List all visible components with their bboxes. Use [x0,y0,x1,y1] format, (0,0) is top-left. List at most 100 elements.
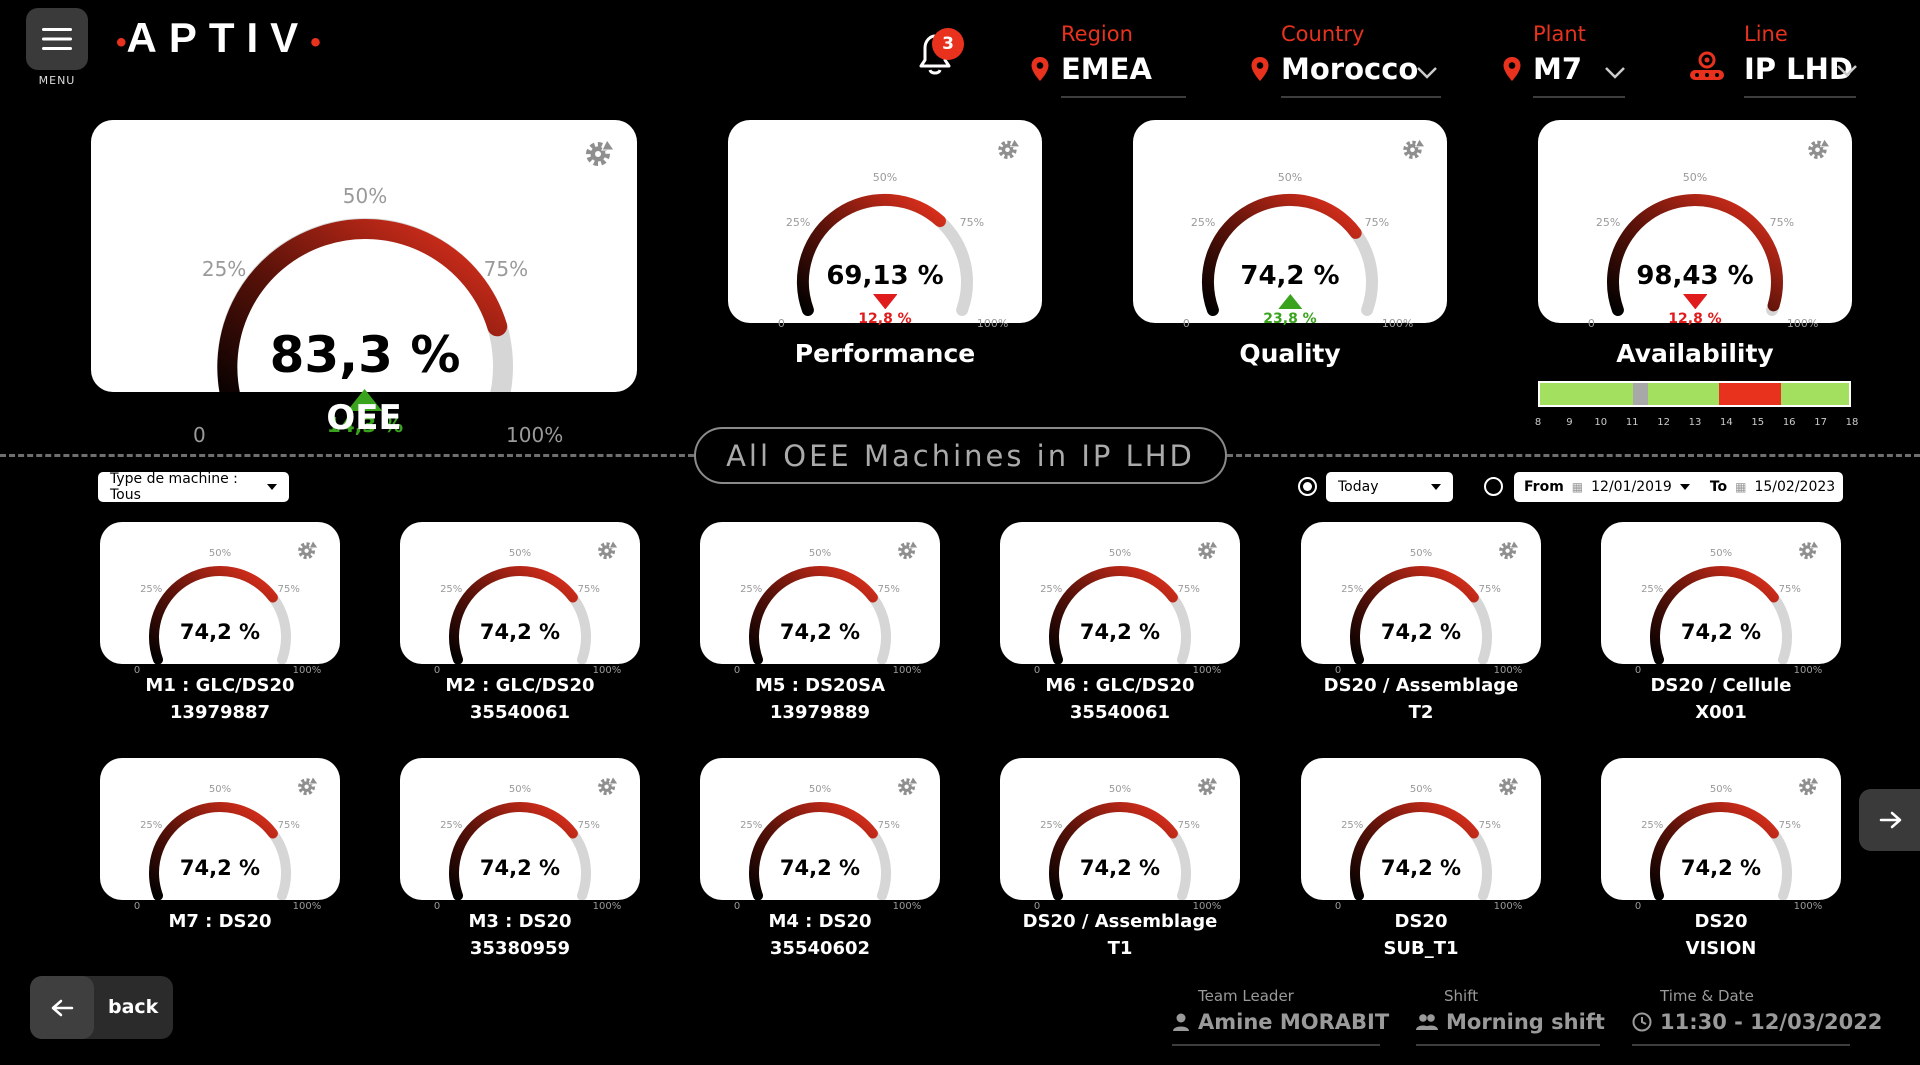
gear-icon[interactable] [1497,538,1521,562]
gear-icon[interactable] [1401,136,1427,162]
gear-icon[interactable] [1196,774,1220,798]
back-arrow-button[interactable] [30,976,94,1039]
machine-id: 35540061 [1069,702,1171,723]
timeline-hour-label: 11 [1625,417,1639,428]
machine-gauge-card[interactable]: 0 25% 50% 75% 100% 74,2 % [1301,522,1541,676]
gear-icon[interactable] [996,136,1022,162]
gauge-tick-50: 50% [1709,784,1733,795]
filter-plant-underline [1533,96,1625,98]
gauge-tick-75: 75% [1177,583,1200,595]
machine-gauge-card[interactable]: 0 25% 50% 75% 100% 74,2 % [700,758,940,912]
date-range-picker[interactable]: From ▦ 12/01/2019 To ▦ 15/02/2023 [1514,472,1854,502]
filter-region-value: EMEA [1061,52,1152,86]
timeline-hour-label: 16 [1782,417,1796,428]
gear-icon[interactable] [596,538,620,562]
gauge-value: 74,2 % [179,620,261,645]
filter-plant-dropdown[interactable]: M7 [1533,52,1582,86]
machine-gauge-card[interactable]: 0 25% 50% 75% 100% 74,2 % [700,522,940,676]
gear-icon[interactable] [596,774,620,798]
menu-label: MENU [38,74,76,87]
users-icon [1416,1014,1438,1030]
gauge-value: 74,2 % [1240,261,1340,292]
gauge-value: 74,2 % [1680,620,1762,645]
machine-id: 13979887 [169,702,271,723]
gauge-tick-25: 25% [1341,819,1364,831]
chevron-down-icon[interactable] [1416,66,1438,80]
filter-country-dropdown[interactable]: Morocco [1281,52,1418,86]
machine-gauge-card[interactable]: 0 25% 50% 75% 100% 74,2 % [100,758,340,912]
gauge-value: 74,2 % [1380,620,1462,645]
team-leader-field: Amine MORABIT [1172,1010,1389,1034]
machine-gauge-card[interactable]: 0 25% 50% 75% 100% 74,2 % [400,758,640,912]
gauge-tick-25: 25% [440,819,463,831]
machine-label: M7 : DS20 [80,908,360,935]
availability-gauge-card[interactable]: 0 25% 50% 75% 100% 98,43 % 12,8 % [1538,120,1852,330]
gear-icon[interactable] [583,136,617,170]
range-radio[interactable] [1484,477,1503,496]
availability-timeline [1538,381,1851,407]
gear-icon[interactable] [1806,136,1832,162]
machine-name: M5 : DS20SA [754,675,886,696]
gauge-tick-0: 0 [777,317,785,331]
gear-icon[interactable] [1196,538,1220,562]
timeline-hour-label: 17 [1814,417,1827,428]
gear-icon[interactable] [296,538,320,562]
machine-gauge-card[interactable]: 0 25% 50% 75% 100% 74,2 % [1000,758,1240,912]
gauge-tick-100: 100% [1381,317,1414,331]
from-date[interactable]: 12/01/2019 [1591,479,1672,495]
gauge-tick-25: 25% [1595,215,1621,229]
caret-down-icon [1679,484,1690,490]
machine-label: M5 : DS20SA 13979889 [680,672,960,726]
gauge-tick-75: 75% [1478,583,1501,595]
filter-region[interactable]: Region [1061,22,1133,46]
gear-icon[interactable] [1797,774,1821,798]
timeline-segment-running [1540,383,1633,405]
filter-plant-value: M7 [1533,52,1583,86]
caret-down-icon [267,484,277,490]
gauge-value: 74,2 % [179,856,261,881]
oee-gauge-card[interactable]: 0 25% 50% 75% 100% 83,3 % 14,3 % [91,120,637,447]
today-radio[interactable] [1298,477,1317,496]
gauge-tick-75: 75% [277,819,300,831]
gauge-tick-75: 75% [877,583,900,595]
next-page-button[interactable] [1859,789,1920,851]
machine-type-select[interactable]: Type de machine : Tous [98,471,289,503]
machine-id: VISION [1685,938,1757,959]
machine-gauge-card[interactable]: 0 25% 50% 75% 100% 74,2 % [1000,522,1240,676]
machine-name: DS20 / Assemblage [1022,911,1218,932]
machine-gauge-card[interactable]: 0 25% 50% 75% 100% 74,2 % [1301,758,1541,912]
timeline-segment-down [1719,383,1781,405]
machine-id: SUB_T1 [1383,938,1459,959]
gauge-tick-25: 25% [1641,583,1664,595]
availability-timeline-hours: 8 9 10 11 12 13 14 15 16 17 18 [1530,417,1860,431]
to-date[interactable]: 15/02/2023 [1754,479,1835,495]
gauge-tick-25: 25% [1341,583,1364,595]
quality-gauge-card[interactable]: 0 25% 50% 75% 100% 74,2 % 23,8 % [1133,120,1447,330]
gauge-tick-50: 50% [1682,170,1708,184]
gear-icon[interactable] [896,538,920,562]
machine-gauge-card[interactable]: 0 25% 50% 75% 100% 74,2 % [1601,758,1841,912]
timeline-hour-label: 18 [1845,417,1859,428]
gear-icon[interactable] [1497,774,1521,798]
gear-icon[interactable] [896,774,920,798]
machine-name: DS20 / Assemblage [1323,675,1519,696]
trend-down-icon [1682,293,1708,310]
machine-label: DS20 / Assemblage T2 [1281,672,1561,726]
arrow-right-icon [1879,811,1902,829]
machine-gauge-card[interactable]: 0 25% 50% 75% 100% 74,2 % [400,522,640,676]
gauge-tick-75: 75% [1364,215,1390,229]
chevron-down-icon[interactable] [1836,64,1858,78]
menu-button[interactable] [26,8,88,70]
gear-icon[interactable] [1797,538,1821,562]
gauge-value: 74,2 % [779,620,861,645]
machine-gauge-card[interactable]: 0 25% 50% 75% 100% 74,2 % [1601,522,1841,676]
chevron-down-icon[interactable] [1604,66,1626,80]
today-select[interactable]: Today [1326,472,1453,502]
machine-gauge-card[interactable]: 0 25% 50% 75% 100% 74,2 % [100,522,340,676]
timeline-hour-label: 10 [1594,417,1608,428]
gauge-tick-25: 25% [1040,583,1063,595]
performance-gauge-card[interactable]: 0 25% 50% 75% 100% 69,13 % 12,8 % [728,120,1042,330]
caret-down-icon [1843,484,1854,490]
gear-icon[interactable] [296,774,320,798]
shift-title: Shift [1444,987,1479,1005]
